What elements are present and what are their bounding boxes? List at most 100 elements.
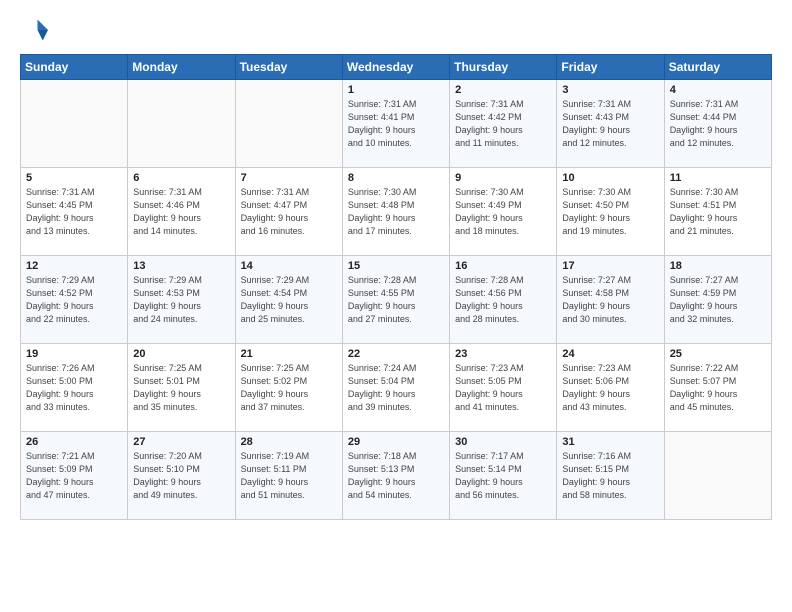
day-info: Sunrise: 7:22 AM Sunset: 5:07 PM Dayligh… xyxy=(670,362,766,414)
header xyxy=(20,16,772,44)
calendar-table: SundayMondayTuesdayWednesdayThursdayFrid… xyxy=(20,54,772,520)
day-number: 4 xyxy=(670,84,766,96)
day-info: Sunrise: 7:24 AM Sunset: 5:04 PM Dayligh… xyxy=(348,362,444,414)
calendar-week-2: 5 Sunrise: 7:31 AM Sunset: 4:45 PM Daylig… xyxy=(21,168,772,256)
day-number: 29 xyxy=(348,436,444,448)
day-info: Sunrise: 7:27 AM Sunset: 4:59 PM Dayligh… xyxy=(670,274,766,326)
day-info: Sunrise: 7:31 AM Sunset: 4:47 PM Dayligh… xyxy=(241,186,337,238)
weekday-header-tuesday: Tuesday xyxy=(235,55,342,80)
calendar-cell: 11Sunrise: 7:30 AM Sunset: 4:51 PM Dayli… xyxy=(664,168,771,256)
day-info: Sunrise: 7:29 AM Sunset: 4:52 PM Dayligh… xyxy=(26,274,122,326)
day-number: 1 xyxy=(348,84,444,96)
day-info: Sunrise: 7:31 AM Sunset: 4:42 PM Dayligh… xyxy=(455,98,551,150)
day-info: Sunrise: 7:17 AM Sunset: 5:14 PM Dayligh… xyxy=(455,450,551,502)
calendar-cell: 14 Sunrise: 7:29 AM Sunset: 4:54 PM Dayli… xyxy=(235,256,342,344)
day-number: 26 xyxy=(26,436,122,448)
day-number: 6 xyxy=(133,172,229,184)
calendar-week-4: 19 Sunrise: 7:26 AM Sunset: 5:00 PM Dayli… xyxy=(21,344,772,432)
day-number: 7 xyxy=(241,172,337,184)
calendar-cell: 15Sunrise: 7:28 AM Sunset: 4:55 PM Dayli… xyxy=(342,256,449,344)
day-number: 30 xyxy=(455,436,551,448)
weekday-header-saturday: Saturday xyxy=(664,55,771,80)
day-number: 31 xyxy=(562,436,658,448)
weekday-header-friday: Friday xyxy=(557,55,664,80)
day-number: 9 xyxy=(455,172,551,184)
calendar-cell: 13Sunrise: 7:29 AM Sunset: 4:53 PM Dayli… xyxy=(128,256,235,344)
day-info: Sunrise: 7:20 AM Sunset: 5:10 PM Dayligh… xyxy=(133,450,229,502)
day-info: Sunrise: 7:16 AM Sunset: 5:15 PM Dayligh… xyxy=(562,450,658,502)
day-number: 14 xyxy=(241,260,337,272)
logo-icon xyxy=(20,16,48,44)
calendar-week-5: 26 Sunrise: 7:21 AM Sunset: 5:09 PM Dayli… xyxy=(21,432,772,520)
calendar-cell: 20 Sunrise: 7:25 AM Sunset: 5:01 PM Dayli… xyxy=(128,344,235,432)
day-info: Sunrise: 7:26 AM Sunset: 5:00 PM Dayligh… xyxy=(26,362,122,414)
day-info: Sunrise: 7:18 AM Sunset: 5:13 PM Dayligh… xyxy=(348,450,444,502)
calendar-cell: 25 Sunrise: 7:22 AM Sunset: 5:07 PM Dayli… xyxy=(664,344,771,432)
calendar-cell: 10 Sunrise: 7:30 AM Sunset: 4:50 PM Dayli… xyxy=(557,168,664,256)
day-number: 16 xyxy=(455,260,551,272)
weekday-header-monday: Monday xyxy=(128,55,235,80)
day-info: Sunrise: 7:27 AM Sunset: 4:58 PM Dayligh… xyxy=(562,274,658,326)
calendar-cell xyxy=(664,432,771,520)
calendar-cell: 9Sunrise: 7:30 AM Sunset: 4:49 PM Daylig… xyxy=(450,168,557,256)
day-number: 10 xyxy=(562,172,658,184)
calendar-cell: 31 Sunrise: 7:16 AM Sunset: 5:15 PM Dayli… xyxy=(557,432,664,520)
day-number: 5 xyxy=(26,172,122,184)
logo xyxy=(20,16,52,44)
calendar-cell: 23 Sunrise: 7:23 AM Sunset: 5:05 PM Dayli… xyxy=(450,344,557,432)
day-info: Sunrise: 7:30 AM Sunset: 4:50 PM Dayligh… xyxy=(562,186,658,238)
day-number: 25 xyxy=(670,348,766,360)
calendar-cell xyxy=(128,80,235,168)
calendar-cell: 28Sunrise: 7:19 AM Sunset: 5:11 PM Dayli… xyxy=(235,432,342,520)
day-info: Sunrise: 7:31 AM Sunset: 4:45 PM Dayligh… xyxy=(26,186,122,238)
weekday-header-sunday: Sunday xyxy=(21,55,128,80)
day-info: Sunrise: 7:28 AM Sunset: 4:56 PM Dayligh… xyxy=(455,274,551,326)
day-info: Sunrise: 7:23 AM Sunset: 5:06 PM Dayligh… xyxy=(562,362,658,414)
calendar-cell: 18 Sunrise: 7:27 AM Sunset: 4:59 PM Dayli… xyxy=(664,256,771,344)
day-number: 2 xyxy=(455,84,551,96)
calendar-body: 1Sunrise: 7:31 AM Sunset: 4:41 PM Daylig… xyxy=(21,80,772,520)
calendar-cell: 22Sunrise: 7:24 AM Sunset: 5:04 PM Dayli… xyxy=(342,344,449,432)
calendar-week-3: 12 Sunrise: 7:29 AM Sunset: 4:52 PM Dayli… xyxy=(21,256,772,344)
day-number: 20 xyxy=(133,348,229,360)
day-number: 8 xyxy=(348,172,444,184)
day-number: 24 xyxy=(562,348,658,360)
calendar-cell: 8 Sunrise: 7:30 AM Sunset: 4:48 PM Daylig… xyxy=(342,168,449,256)
calendar-cell: 12 Sunrise: 7:29 AM Sunset: 4:52 PM Dayli… xyxy=(21,256,128,344)
calendar-cell: 19 Sunrise: 7:26 AM Sunset: 5:00 PM Dayli… xyxy=(21,344,128,432)
calendar-cell: 2 Sunrise: 7:31 AM Sunset: 4:42 PM Daylig… xyxy=(450,80,557,168)
calendar-cell: 7 Sunrise: 7:31 AM Sunset: 4:47 PM Daylig… xyxy=(235,168,342,256)
day-info: Sunrise: 7:30 AM Sunset: 4:51 PM Dayligh… xyxy=(670,186,766,238)
weekday-header-row: SundayMondayTuesdayWednesdayThursdayFrid… xyxy=(21,55,772,80)
day-number: 12 xyxy=(26,260,122,272)
weekday-header-wednesday: Wednesday xyxy=(342,55,449,80)
day-info: Sunrise: 7:30 AM Sunset: 4:48 PM Dayligh… xyxy=(348,186,444,238)
day-number: 13 xyxy=(133,260,229,272)
day-info: Sunrise: 7:31 AM Sunset: 4:44 PM Dayligh… xyxy=(670,98,766,150)
day-number: 21 xyxy=(241,348,337,360)
day-number: 19 xyxy=(26,348,122,360)
day-info: Sunrise: 7:25 AM Sunset: 5:01 PM Dayligh… xyxy=(133,362,229,414)
day-info: Sunrise: 7:29 AM Sunset: 4:54 PM Dayligh… xyxy=(241,274,337,326)
day-info: Sunrise: 7:31 AM Sunset: 4:46 PM Dayligh… xyxy=(133,186,229,238)
day-info: Sunrise: 7:19 AM Sunset: 5:11 PM Dayligh… xyxy=(241,450,337,502)
page: SundayMondayTuesdayWednesdayThursdayFrid… xyxy=(0,0,792,612)
day-number: 23 xyxy=(455,348,551,360)
calendar-cell: 29 Sunrise: 7:18 AM Sunset: 5:13 PM Dayli… xyxy=(342,432,449,520)
calendar-cell xyxy=(235,80,342,168)
calendar-cell: 5 Sunrise: 7:31 AM Sunset: 4:45 PM Daylig… xyxy=(21,168,128,256)
day-number: 15 xyxy=(348,260,444,272)
calendar-cell: 30 Sunrise: 7:17 AM Sunset: 5:14 PM Dayli… xyxy=(450,432,557,520)
weekday-header-thursday: Thursday xyxy=(450,55,557,80)
day-number: 18 xyxy=(670,260,766,272)
calendar-cell: 24 Sunrise: 7:23 AM Sunset: 5:06 PM Dayli… xyxy=(557,344,664,432)
day-info: Sunrise: 7:31 AM Sunset: 4:43 PM Dayligh… xyxy=(562,98,658,150)
day-number: 27 xyxy=(133,436,229,448)
calendar-cell: 4 Sunrise: 7:31 AM Sunset: 4:44 PM Daylig… xyxy=(664,80,771,168)
day-info: Sunrise: 7:21 AM Sunset: 5:09 PM Dayligh… xyxy=(26,450,122,502)
day-number: 3 xyxy=(562,84,658,96)
calendar-cell: 6 Sunrise: 7:31 AM Sunset: 4:46 PM Daylig… xyxy=(128,168,235,256)
calendar-header: SundayMondayTuesdayWednesdayThursdayFrid… xyxy=(21,55,772,80)
calendar-cell: 3 Sunrise: 7:31 AM Sunset: 4:43 PM Daylig… xyxy=(557,80,664,168)
day-info: Sunrise: 7:23 AM Sunset: 5:05 PM Dayligh… xyxy=(455,362,551,414)
